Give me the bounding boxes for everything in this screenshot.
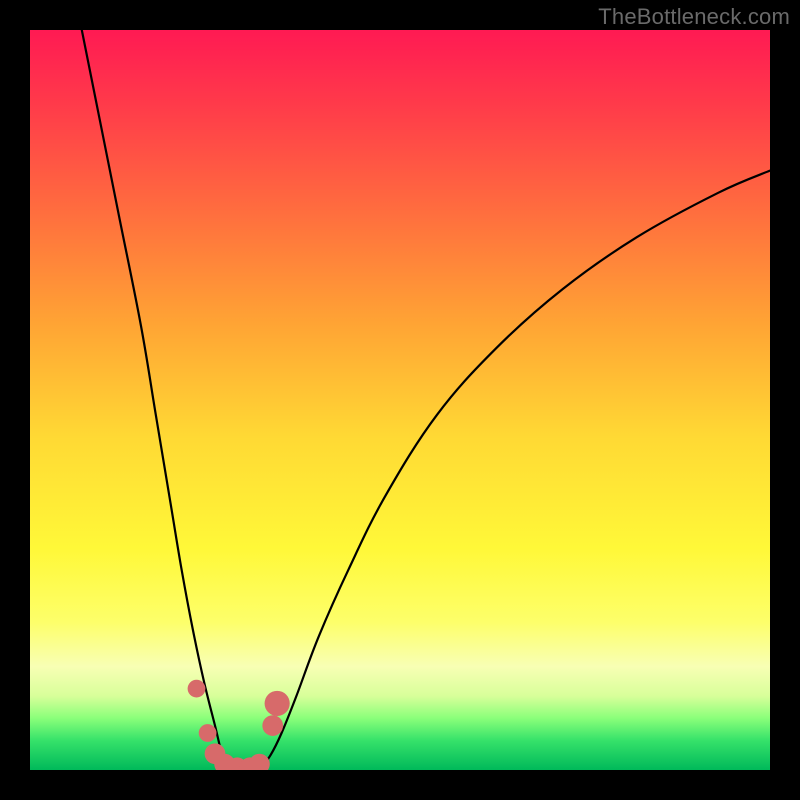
bottleneck-curve — [30, 30, 770, 770]
chart-frame: TheBottleneck.com — [0, 0, 800, 800]
plot-area — [30, 30, 770, 770]
curve-markers — [188, 680, 290, 770]
curve-marker — [188, 680, 206, 698]
curve-marker — [262, 715, 283, 736]
curve-marker — [199, 724, 217, 742]
curve-marker — [249, 754, 270, 770]
watermark-text: TheBottleneck.com — [598, 4, 790, 30]
curve-left-branch — [82, 30, 230, 770]
curve-right-branch — [259, 171, 770, 770]
curve-marker — [265, 691, 290, 716]
